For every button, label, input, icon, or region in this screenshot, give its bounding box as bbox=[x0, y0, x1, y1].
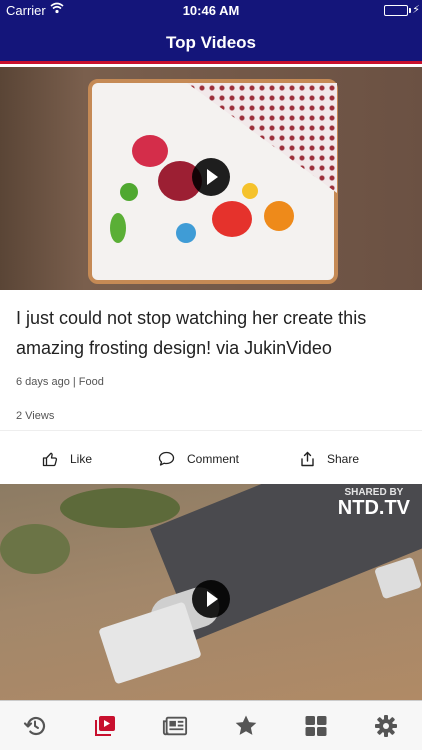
truck-image bbox=[98, 601, 202, 685]
tab-news[interactable] bbox=[162, 713, 188, 739]
tab-videos[interactable] bbox=[92, 713, 118, 739]
share-icon bbox=[301, 451, 314, 467]
status-time: 10:46 AM bbox=[182, 3, 240, 18]
battery-icon bbox=[384, 5, 408, 16]
video-views: 2 Views bbox=[16, 410, 55, 422]
video-thumbnail[interactable]: SHARED BY NTD.TV bbox=[0, 484, 422, 700]
tab-sections[interactable] bbox=[303, 713, 329, 739]
tab-settings[interactable] bbox=[373, 713, 399, 739]
play-button[interactable] bbox=[192, 580, 230, 618]
tab-favorites[interactable] bbox=[233, 713, 259, 739]
like-button[interactable]: Like bbox=[42, 448, 92, 470]
like-label: Like bbox=[70, 452, 93, 466]
thumbs-up-icon bbox=[42, 452, 58, 467]
grid-icon bbox=[305, 716, 327, 736]
gear-icon bbox=[375, 715, 397, 737]
comment-button[interactable]: Comment bbox=[158, 448, 239, 470]
newspaper-icon bbox=[162, 716, 188, 736]
share-button[interactable]: Share bbox=[300, 448, 359, 470]
app-header: Carrier 10:46 AM ⚡ Top Videos bbox=[0, 0, 422, 64]
star-icon bbox=[235, 715, 257, 735]
history-icon bbox=[23, 716, 46, 736]
video-headline[interactable]: I just could not stop watching her creat… bbox=[16, 303, 408, 363]
tab-history[interactable] bbox=[22, 713, 48, 739]
divider bbox=[0, 430, 422, 431]
tab-bar bbox=[0, 700, 422, 750]
share-label: Share bbox=[327, 452, 360, 466]
watermark: SHARED BY NTD.TV bbox=[337, 487, 410, 519]
status-bar: Carrier 10:46 AM ⚡ bbox=[0, 0, 422, 22]
comment-label: Comment bbox=[187, 452, 240, 466]
play-button[interactable] bbox=[192, 158, 230, 196]
page-title: Top Videos bbox=[165, 33, 257, 52]
video-thumbnail[interactable] bbox=[0, 67, 422, 290]
video-icon bbox=[95, 716, 115, 736]
comment-icon bbox=[158, 451, 175, 466]
video-meta: 6 days ago | Food bbox=[16, 376, 104, 388]
charging-icon: ⚡ bbox=[412, 4, 420, 16]
